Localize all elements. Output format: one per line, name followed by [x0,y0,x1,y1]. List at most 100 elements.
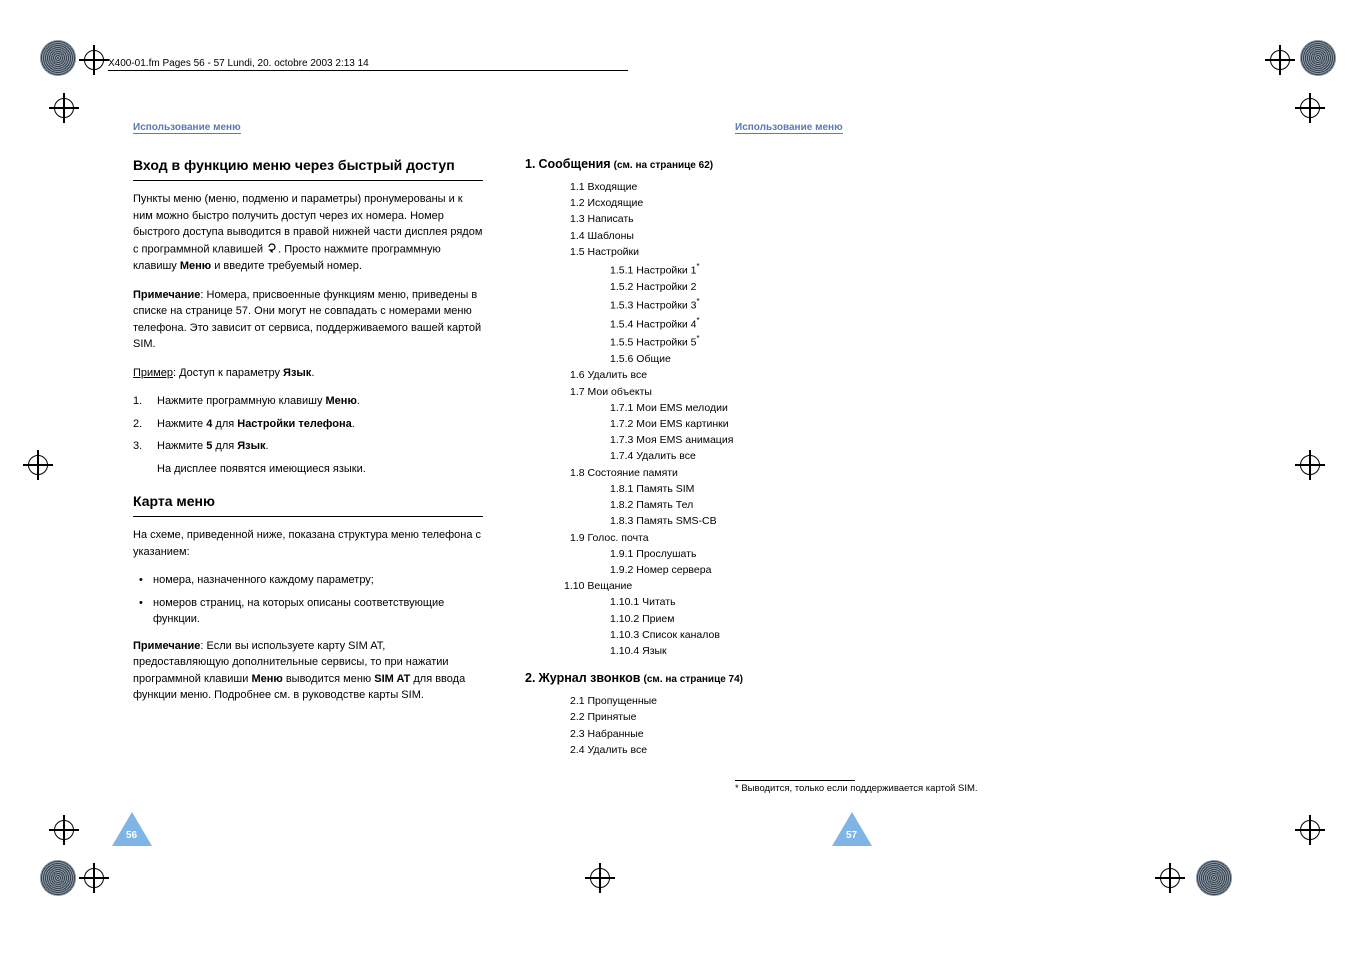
menu-2-list: 2.1 Пропущенные 2.2 Принятые 2.3 Набранн… [525,694,885,758]
text-bold: SIM AT [374,673,410,685]
registration-mark [84,868,104,888]
text: для [212,418,237,430]
menu-subitem: 1.7.2 Мои EMS картинки [610,417,885,432]
text: : Доступ к параметру [173,367,283,379]
menu-item: 2.3 Набранные [570,727,885,742]
note-block-2: Примечание Примечание: Если вы используе… [133,638,483,704]
text: Нажмите [157,418,206,430]
menu-item: 2.4 Удалить все [570,743,885,758]
printer-corner-tl [40,40,76,76]
section-title-quick-access: Вход в функцию меню через быстрый доступ [133,155,483,181]
menu-subitem: 1.10.4 Язык [610,644,885,659]
menu-item: 1.2 Исходящие [570,196,885,211]
example-line: Пример: Доступ к параметру Язык. [133,365,483,382]
registration-mark [54,98,74,118]
page-number: 57 [846,830,857,841]
menu-subitem: 1.9.2 Номер сервера [610,563,885,578]
text: и введите требуемый номер. [211,260,362,272]
registration-mark [1300,98,1320,118]
text: выводится меню [283,673,374,685]
menu-subitem: 1.5.1 Настройки 1* [610,261,885,279]
step-3: 3.Нажмите 5 для Язык. [133,438,483,455]
running-header-left: Использование меню [133,122,241,134]
registration-mark [54,820,74,840]
running-header-right: Использование меню [735,122,843,134]
menu-num: 2. [525,671,535,685]
menu-page-ref: (см. на странице 62) [614,160,713,171]
menu-subitem: 1.8.1 Память SIM [610,482,885,497]
text-bold: Меню [326,395,357,407]
paragraph-quick-access: Пункты меню (меню, подменю и параметры) … [133,191,483,275]
menu-subitem: 1.5.3 Настройки 3* [610,296,885,314]
page-info-bar: X400-01.fm Pages 56 - 57 Lundi, 20. octo… [108,58,628,71]
menu-subitem: 1.10.3 Список каналов [610,628,885,643]
registration-mark [1300,455,1320,475]
text: . [352,418,355,430]
paragraph-menu-map: На схеме, приведенной ниже, показана стр… [133,527,483,560]
menu-item: 1.5 Настройки [570,245,885,260]
bullet-1: номера, назначенного каждому параметру; [133,572,483,589]
printer-corner-tr [1300,40,1336,76]
text-bold: Язык [237,440,265,452]
text-bold: Язык [283,367,311,379]
step-3-result: На дисплее появятся имеющиеся языки. [133,461,483,478]
registration-mark [590,868,610,888]
text: . [357,395,360,407]
menu-item: 1.3 Написать [570,212,885,227]
page-number: 56 [126,830,137,841]
registration-mark [1300,820,1320,840]
section-title-menu-map: Карта меню [133,491,483,517]
menu-title: Журнал звонков [539,671,641,685]
menu-subitem: 1.7.1 Мои EMS мелодии [610,401,885,416]
menu-group-2: 2. Журнал звонков (см. на странице 74) [525,669,885,688]
menu-num: 1. [525,157,535,171]
menu-title: Сообщения [539,157,611,171]
menu-subitem: 1.9.1 Прослушать [610,547,885,562]
registration-mark [1160,868,1180,888]
note-text: : Номера, присвоенные функциям меню, при… [133,289,481,351]
text: Нажмите программную клавишу [157,395,326,407]
step-1: 1.Нажмите программную клавишу Меню. [133,393,483,410]
menu-item: 1.6 Удалить все [570,368,885,383]
right-page-content: 1. Сообщения (см. на странице 62) 1.1 Вх… [525,155,885,768]
menu-item: 2.1 Пропущенные [570,694,885,709]
registration-mark [84,50,104,70]
text-bold: Меню [251,673,282,685]
registration-mark [28,455,48,475]
note-block-1: Примечание Примечание: Номера, присвоенн… [133,287,483,353]
menu-item: 1.9 Голос. почта [570,531,885,546]
menu-item: 1.10 Вещание [564,579,885,594]
example-label: Пример [133,367,173,379]
menu-subitem: 1.5.4 Настройки 4* [610,315,885,333]
text: . [266,440,269,452]
menu-group-1: 1. Сообщения (см. на странице 62) [525,155,885,174]
menu-item: 1.1 Входящие [570,180,885,195]
menu-subitem: 1.8.3 Память SMS-CB [610,514,885,529]
menu-item: 1.8 Состояние памяти [570,466,885,481]
registration-mark [1270,50,1290,70]
text: Нажмите [157,440,206,452]
menu-item: 2.2 Принятые [570,710,885,725]
text: . [311,367,314,379]
menu-subitem: 1.10.1 Читать [610,595,885,610]
step-2: 2.Нажмите 4 для Настройки телефона. [133,416,483,433]
page-number-badge-left: 56 [112,812,152,846]
menu-page-ref: (см. на странице 74) [644,674,743,685]
footnote-block: * Выводится, только если поддерживается … [735,780,978,794]
page-number-badge-right: 57 [832,812,872,846]
menu-subitem: 1.7.3 Моя EMS анимация [610,433,885,448]
printer-corner-bl [40,860,76,896]
footnote-text: * Выводится, только если поддерживается … [735,783,978,794]
text-bold: Настройки телефона [237,418,352,430]
menu-subitem: 1.7.4 Удалить все [610,449,885,464]
text: для [212,440,237,452]
menu-subitem: 1.5.5 Настройки 5* [610,333,885,351]
menu-item: 1.7 Мои объекты [570,385,885,400]
printer-corner-br [1196,860,1232,896]
menu-subitem: 1.10.2 Прием [610,612,885,627]
menu-subitem: 1.8.2 Память Тел [610,498,885,513]
menu-1-list: 1.1 Входящие 1.2 Исходящие 1.3 Написать … [525,180,885,659]
menu-item: 1.4 Шаблоны [570,229,885,244]
menu-subitem: 1.5.6 Общие [610,352,885,367]
left-page-content: Вход в функцию меню через быстрый доступ… [133,155,483,716]
